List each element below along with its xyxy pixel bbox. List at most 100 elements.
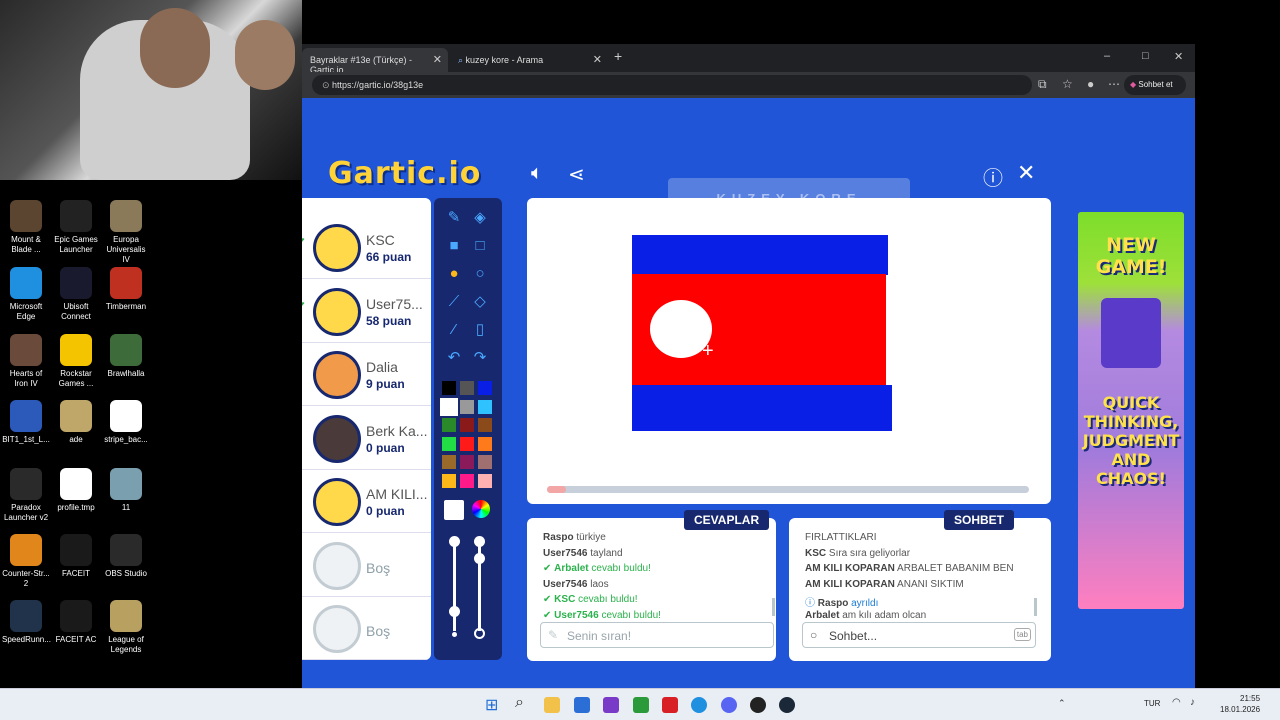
color-swatch[interactable]: [478, 473, 492, 488]
fill-bucket-icon[interactable]: ◈: [470, 208, 490, 228]
chat-input[interactable]: ○ Sohbet... tab: [802, 622, 1036, 648]
color-swatch[interactable]: [442, 418, 456, 432]
color-wheel-icon[interactable]: [472, 500, 490, 518]
address-bar[interactable]: ⊙ https://gartic.io/38g13e: [312, 75, 1032, 95]
desktop-icon[interactable]: FACEIT: [52, 534, 100, 579]
color-swatch[interactable]: [460, 381, 474, 395]
tab-gartic[interactable]: Bayraklar #13e (Türkçe) - Gartic.io ✕: [302, 48, 448, 75]
color-swatch[interactable]: [460, 418, 474, 432]
maximize-icon[interactable]: □: [1142, 50, 1149, 62]
edge-icon[interactable]: [691, 697, 707, 713]
size-slider[interactable]: [453, 541, 456, 631]
desktop-icon[interactable]: Ubisoft Connect: [52, 267, 100, 322]
redo-icon[interactable]: ↷: [470, 348, 490, 368]
close-tab-icon[interactable]: ✕: [433, 53, 442, 66]
opacity-handle-top[interactable]: [474, 536, 485, 547]
color-swatch[interactable]: [478, 455, 492, 469]
circle-icon[interactable]: ○: [470, 264, 490, 284]
color-swatch[interactable]: [478, 399, 492, 414]
obs-icon[interactable]: [750, 697, 766, 713]
color-swatch[interactable]: [478, 418, 492, 432]
desktop-icon[interactable]: OBS Studio: [102, 534, 150, 579]
player-row[interactable]: AM KILI... 0 puan: [302, 470, 431, 533]
tray-chevron-icon[interactable]: ⌃: [1058, 698, 1066, 709]
color-swatch[interactable]: [442, 455, 456, 469]
desktop-icon[interactable]: Rockstar Games ...: [52, 334, 100, 389]
color-swatch[interactable]: [460, 455, 474, 469]
line-icon[interactable]: ⟋: [444, 292, 464, 312]
desktop-icon[interactable]: ade: [52, 400, 100, 445]
chat-scrollbar[interactable]: [1034, 598, 1037, 616]
desktop-icon[interactable]: Timberman: [102, 267, 150, 312]
info-icon[interactable]: ⓘ: [983, 162, 1003, 191]
player-row[interactable]: Berk Ka... 0 puan: [302, 407, 431, 470]
drawing-canvas[interactable]: +: [527, 198, 1051, 504]
color-swatch[interactable]: [442, 381, 456, 395]
new-tab-icon[interactable]: +: [614, 48, 622, 64]
desktop-icon[interactable]: stripe_bac...: [102, 400, 150, 445]
eyedropper-icon[interactable]: ⁄: [444, 320, 464, 340]
volume-icon[interactable]: 🔈︎: [531, 162, 543, 185]
desktop-icon[interactable]: Microsoft Edge: [2, 267, 50, 322]
store-icon[interactable]: [574, 697, 590, 713]
search-icon[interactable]: ⌕: [515, 694, 524, 712]
advertisement[interactable]: NEW GAME! QUICK THINKING, JUDGMENT AND C…: [1078, 212, 1184, 609]
desktop-icon[interactable]: Epic Games Launcher: [52, 200, 100, 255]
tab-search[interactable]: ⌕ kuzey kore - Arama ✕: [450, 48, 608, 72]
volume-tray-icon[interactable]: ♪: [1190, 697, 1195, 708]
minimize-icon[interactable]: –: [1104, 50, 1110, 62]
size-handle[interactable]: [449, 606, 460, 617]
opacity-handle[interactable]: [474, 553, 485, 564]
color-swatch[interactable]: [460, 436, 474, 451]
site-info-icon[interactable]: ⊙: [322, 80, 332, 90]
player-row[interactable]: Dalia 9 puan: [302, 343, 431, 406]
desktop-icon[interactable]: Brawlhalla: [102, 334, 150, 379]
page-icon[interactable]: ▯: [470, 320, 490, 340]
clock[interactable]: 21:55 18.01.2026: [1220, 693, 1260, 715]
desktop-icon[interactable]: Mount & Blade ...: [2, 200, 50, 255]
answers-scrollbar[interactable]: [772, 598, 775, 616]
netflix-icon[interactable]: [662, 697, 678, 713]
color-swatch[interactable]: [442, 473, 456, 488]
eraser-icon[interactable]: ◇: [470, 292, 490, 312]
desktop-icon[interactable]: FACEIT AC: [52, 600, 100, 645]
color-swatch[interactable]: [478, 436, 492, 451]
file-explorer-icon[interactable]: [544, 697, 560, 713]
current-color[interactable]: [444, 500, 464, 520]
desktop-icon[interactable]: profile.tmp: [52, 468, 100, 513]
desktop-icon[interactable]: BIT1_1st_L...: [2, 400, 50, 445]
color-swatch[interactable]: [478, 381, 492, 395]
gartic-logo[interactable]: Gartic.io: [328, 156, 481, 191]
close-window-icon[interactable]: ✕: [1174, 50, 1183, 63]
pencil-icon[interactable]: ✎: [444, 208, 464, 228]
desktop-icon[interactable]: League of Legends: [102, 600, 150, 655]
favorites-icon[interactable]: ☆: [1062, 77, 1073, 91]
desktop-icon[interactable]: Europa Universalis IV: [102, 200, 150, 265]
player-row[interactable]: Boş: [302, 534, 431, 597]
answer-input[interactable]: ✎ Senin sıran!: [540, 622, 774, 648]
steam-icon[interactable]: [779, 697, 795, 713]
xbox-icon[interactable]: [633, 697, 649, 713]
close-room-icon[interactable]: ✕: [1017, 160, 1035, 186]
desktop-icon[interactable]: Hearts of Iron IV: [2, 334, 50, 389]
close-tab-icon[interactable]: ✕: [593, 53, 602, 66]
profile-icon[interactable]: ●: [1087, 77, 1094, 91]
app-icon[interactable]: [603, 697, 619, 713]
color-swatch[interactable]: [460, 473, 474, 488]
desktop-icon[interactable]: SpeedRunn...: [2, 600, 51, 645]
extensions-icon[interactable]: ⧉: [1038, 77, 1047, 92]
rect-icon[interactable]: □: [470, 236, 490, 256]
desktop-icon[interactable]: Paradox Launcher v2: [2, 468, 50, 523]
filled-rect-icon[interactable]: ■: [444, 236, 464, 256]
color-swatch[interactable]: [442, 436, 456, 451]
wifi-icon[interactable]: ◠: [1172, 697, 1181, 708]
undo-icon[interactable]: ↶: [444, 348, 464, 368]
filled-circle-icon[interactable]: ●: [444, 264, 464, 284]
color-swatch[interactable]: [460, 399, 474, 414]
desktop-icon[interactable]: 11: [102, 468, 150, 513]
share-icon[interactable]: ⋖: [568, 162, 585, 187]
player-row[interactable]: ✔ KSC 66 puan: [302, 216, 431, 279]
size-handle-top[interactable]: [449, 536, 460, 547]
discord-icon[interactable]: [721, 697, 737, 713]
desktop-icon[interactable]: Counter-Str... 2: [2, 534, 50, 589]
